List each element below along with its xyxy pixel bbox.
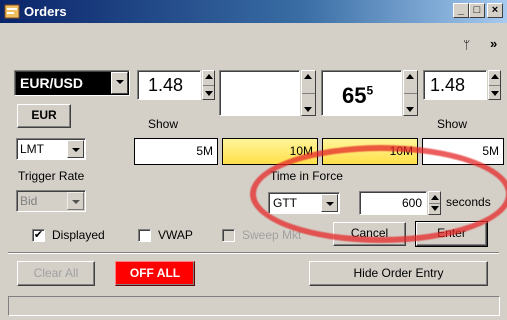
bid-price-field[interactable]: 1.48 [137, 70, 201, 100]
sweep-market-label: Sweep Mkt [242, 228, 302, 242]
price-big-stepper[interactable] [403, 70, 418, 116]
close-button[interactable]: × [487, 3, 503, 18]
pin-icon[interactable]: ᛘ [463, 38, 470, 52]
ask-price-value: 1.48 [430, 75, 466, 95]
vwap-label[interactable]: VWAP [158, 228, 193, 242]
seconds-input[interactable]: 600 [359, 191, 427, 215]
order-type-value: LMT [20, 142, 44, 156]
sweep-market-checkbox[interactable] [222, 229, 235, 242]
status-bar [8, 296, 500, 316]
amount-field[interactable]: 5M [422, 138, 504, 165]
minimize-button[interactable]: _ [453, 3, 469, 18]
hide-order-entry-button[interactable]: Hide Order Entry [309, 261, 488, 286]
ask-price-stepper[interactable] [488, 70, 501, 100]
time-in-force-label: Time in Force [270, 169, 343, 183]
currency-pair-select[interactable]: EUR/USD [14, 70, 130, 96]
show-left-label: Show [148, 117, 179, 131]
window-title: Orders [24, 4, 67, 19]
price-big-field[interactable]: 655 [321, 70, 402, 116]
price-big-value: 655 [342, 83, 374, 108]
enter-button[interactable]: Enter [415, 221, 488, 247]
chevron-down-icon[interactable] [321, 194, 338, 212]
time-in-force-select[interactable]: GTT [268, 192, 340, 214]
time-in-force-value: GTT [273, 196, 297, 210]
ask-price-field[interactable]: 1.48 [423, 70, 487, 100]
clear-all-button[interactable]: Clear All [17, 261, 95, 286]
amount-field[interactable]: 5M [134, 138, 218, 165]
trigger-rate-value: Bid [20, 194, 38, 208]
trigger-rate-select[interactable]: Bid [16, 190, 86, 212]
displayed-label[interactable]: Displayed [52, 228, 105, 242]
chevron-down-icon[interactable] [67, 140, 84, 158]
amount-field[interactable]: 10M [222, 138, 318, 165]
price-left-field[interactable] [219, 70, 300, 116]
trigger-rate-label: Trigger Rate [18, 169, 85, 183]
price-left-stepper[interactable] [301, 70, 316, 116]
amount-field[interactable]: 10M [322, 138, 418, 165]
chevron-down-icon[interactable] [67, 192, 84, 210]
currency-button[interactable]: EUR [17, 104, 71, 128]
cancel-button[interactable]: Cancel [333, 222, 406, 246]
orders-window: Orders _ □ × ᛘ » EUR/USD 1.48 655 1.48 E… [0, 0, 507, 320]
orders-app-icon [4, 4, 20, 19]
title-bar[interactable]: Orders _ □ × [0, 0, 507, 23]
vwap-checkbox[interactable] [138, 229, 151, 242]
off-all-button[interactable]: OFF ALL [115, 261, 195, 286]
seconds-value: 600 [401, 196, 422, 210]
bid-price-value: 1.48 [148, 75, 184, 95]
order-type-select[interactable]: LMT [16, 138, 86, 160]
show-right-label: Show [437, 117, 468, 131]
bid-price-stepper[interactable] [202, 70, 215, 100]
currency-pair-value: EUR/USD [20, 75, 84, 91]
seconds-stepper[interactable] [428, 191, 441, 215]
chevron-down-icon[interactable] [111, 72, 128, 94]
seconds-label: seconds [446, 195, 491, 209]
maximize-button[interactable]: □ [469, 3, 485, 18]
divider [8, 252, 499, 254]
overflow-chevron-icon[interactable]: » [490, 36, 497, 51]
displayed-checkbox[interactable]: ✔ [32, 229, 45, 242]
